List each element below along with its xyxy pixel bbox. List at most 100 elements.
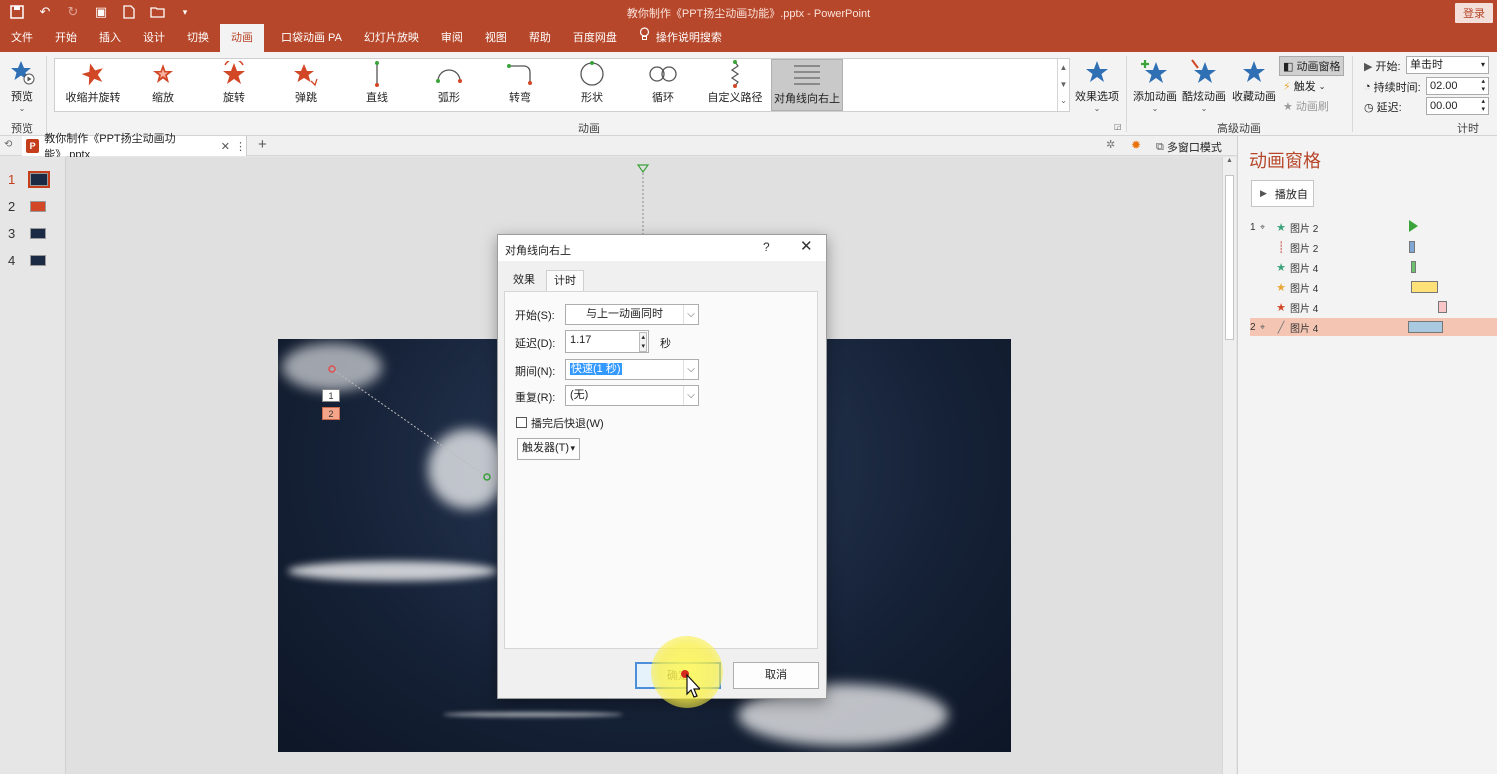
rewind-checkbox[interactable] <box>516 417 527 428</box>
period-select[interactable]: 快速(1 秒) ⌵ <box>565 359 699 380</box>
preview-dropdown-icon[interactable]: ⌄ <box>4 104 40 113</box>
gallery-up-icon[interactable]: ▲ <box>1058 59 1069 76</box>
help-icon[interactable]: ? <box>763 240 770 254</box>
animation-list-item[interactable]: ★ 图片 4 <box>1250 278 1497 296</box>
close-icon[interactable]: ✕ <box>800 237 813 255</box>
cool-animation-dropdown-icon: ⌄ <box>1200 104 1208 113</box>
vertical-scrollbar[interactable]: ▲ <box>1222 157 1236 774</box>
timeline-bar[interactable] <box>1409 241 1415 253</box>
thumbnail-4[interactable]: 4 <box>8 253 46 268</box>
tab-animations[interactable]: 动画 <box>220 24 264 52</box>
gallery-item-bounce[interactable]: 弹跳 <box>270 59 342 111</box>
timing-duration-input[interactable]: 02.00 ▴ ▾ <box>1426 77 1489 95</box>
effect-options-label: 效果选项 <box>1075 91 1119 103</box>
animation-list-item[interactable]: ★ 图片 4 <box>1250 258 1497 276</box>
gallery-item-shape[interactable]: 形状 <box>556 59 628 111</box>
add-animation-label: 添加动画 <box>1133 91 1177 103</box>
gallery-more-icon[interactable]: ⌄ <box>1058 93 1069 109</box>
tab-baidu-disk[interactable]: 百度网盘 <box>562 24 628 52</box>
cancel-button[interactable]: 取消 <box>733 662 819 689</box>
timeline-marker[interactable] <box>1409 220 1418 232</box>
new-tab-icon[interactable]: + <box>258 136 267 153</box>
spinner-icon[interactable]: ▴ ▾ <box>1481 78 1485 94</box>
tab-switcher-icon[interactable]: ⟲ <box>4 139 12 150</box>
effect-options-dropdown-icon: ⌄ <box>1093 104 1101 113</box>
gallery-item-turn[interactable]: 转弯 <box>484 59 556 111</box>
tell-me-search[interactable]: 操作说明搜索 <box>628 24 733 52</box>
gallery-item-rotate[interactable]: 旋转 <box>198 59 270 111</box>
animation-pane-toggle[interactable]: ◧ 动画窗格 <box>1279 56 1345 76</box>
scroll-thumb[interactable] <box>1225 175 1234 340</box>
multi-window-icon: ⧉ <box>1156 140 1164 153</box>
close-tab-icon[interactable]: ✕ <box>221 140 230 153</box>
thumbnail-3[interactable]: 3 <box>8 226 46 241</box>
tab-effect[interactable]: 效果 <box>506 270 542 292</box>
spinner-icon[interactable]: ▴ ▾ <box>639 332 647 352</box>
animation-brush-button[interactable]: ★ 动画刷 <box>1283 98 1329 114</box>
spinner-icon[interactable]: ▴ ▾ <box>1481 98 1485 114</box>
tab-review[interactable]: 审阅 <box>430 24 474 52</box>
cool-animation-button[interactable]: 酷炫动画 ⌄ <box>1181 56 1227 113</box>
tab-home[interactable]: 开始 <box>44 24 88 52</box>
gallery-item-zoom[interactable]: 缩放 <box>127 59 199 111</box>
gallery-scroll[interactable]: ▲ ▼ ⌄ <box>1057 59 1069 111</box>
document-tab[interactable]: P 教你制作《PPT扬尘动画功能》.pptx ✕ ⋮ <box>22 133 247 161</box>
gallery-down-icon[interactable]: ▼ <box>1058 76 1069 93</box>
animation-list-item[interactable]: ┊ 图片 2 <box>1250 238 1497 256</box>
thumbnail-2[interactable]: 2 <box>8 199 46 214</box>
play-from-button[interactable]: ▶ 播放自 <box>1251 180 1314 207</box>
add-animation-button[interactable]: 添加动画 ⌄ <box>1132 56 1178 113</box>
tab-insert[interactable]: 插入 <box>88 24 132 52</box>
repeat-select[interactable]: (无) ⌵ <box>565 385 699 406</box>
start-label: 开始(S): <box>515 310 555 322</box>
delay-input[interactable]: 1.17 ▴ ▾ <box>565 330 649 353</box>
animation-list-item[interactable]: 1 ⌖ ★ 图片 2 <box>1250 218 1497 236</box>
animation-tag[interactable]: 1 <box>322 389 340 402</box>
gallery-item-loop[interactable]: 循环 <box>627 59 699 111</box>
gallery-item-diagonal-up-right[interactable]: 对角线向右上 <box>771 59 843 111</box>
start-select[interactable]: 与上一动画同时 ⌵ <box>565 304 699 325</box>
timeline-bar[interactable] <box>1411 261 1416 273</box>
timing-start-select[interactable]: 单击时 ▾ <box>1406 56 1489 74</box>
gallery-item-shrink-spin[interactable]: 收缩并旋转 <box>57 59 129 111</box>
tab-transitions[interactable]: 切换 <box>176 24 220 52</box>
tab-file[interactable]: 文件 <box>0 24 44 52</box>
animation-list-item[interactable]: ★ 图片 4 <box>1250 298 1497 316</box>
animation-sequence-number: 2 <box>1250 321 1256 333</box>
path-line-icon <box>341 59 413 89</box>
favorite-animation-button[interactable]: 收藏动画 <box>1230 56 1278 104</box>
tab-more-icon[interactable]: ⋮ <box>235 140 246 153</box>
thumbnail-1[interactable]: 1 <box>8 171 50 188</box>
scroll-up-icon[interactable]: ▲ <box>1223 157 1236 164</box>
timing-delay-input[interactable]: 00.00 ▴ ▾ <box>1426 97 1489 115</box>
login-button[interactable]: 登录 <box>1455 3 1493 23</box>
timeline-bar[interactable] <box>1411 281 1438 293</box>
effect-options-button[interactable]: 效果选项 ⌄ <box>1074 56 1120 113</box>
gallery-item-line[interactable]: 直线 <box>341 59 413 111</box>
trigger-button[interactable]: ⚡ 触发 ⌄ <box>1283 78 1325 94</box>
settings-icon[interactable]: ✹ <box>1131 138 1141 152</box>
tab-slideshow[interactable]: 幻灯片放映 <box>353 24 430 52</box>
tab-pocket-animation[interactable]: 口袋动画 PA <box>270 24 353 52</box>
animation-tag[interactable]: 2 <box>322 407 340 420</box>
gallery-item-label: 形状 <box>581 92 603 104</box>
animation-list-item[interactable]: 2 ⌖ ╱ 图片 4 <box>1250 318 1497 336</box>
multi-window-button[interactable]: ⧉ 多窗口模式 <box>1156 139 1222 155</box>
tab-help[interactable]: 帮助 <box>518 24 562 52</box>
trigger-button[interactable]: 触发器(T) ▾ <box>517 438 580 460</box>
tab-timing[interactable]: 计时 <box>546 270 584 292</box>
gallery-item-label: 对角线向右上 <box>774 93 840 105</box>
preview-button[interactable]: 预览 ⌄ <box>4 56 40 113</box>
pin-icon[interactable]: ✲ <box>1106 138 1115 151</box>
timing-start-label: 开始: <box>1375 61 1401 73</box>
star-spin-icon <box>57 59 129 89</box>
timeline-bar[interactable] <box>1408 321 1443 333</box>
dialog-launcher-icon[interactable]: ◲ <box>1114 122 1122 131</box>
tab-view[interactable]: 视图 <box>474 24 518 52</box>
gallery-item-arc[interactable]: 弧形 <box>413 59 485 111</box>
tab-design[interactable]: 设计 <box>132 24 176 52</box>
timing-start-row: ▶ 开始: <box>1364 58 1401 74</box>
timeline-bar[interactable] <box>1438 301 1447 313</box>
gallery-item-custom-path[interactable]: 自定义路径 <box>699 59 771 111</box>
animation-pane-icon: ◧ <box>1283 61 1294 73</box>
